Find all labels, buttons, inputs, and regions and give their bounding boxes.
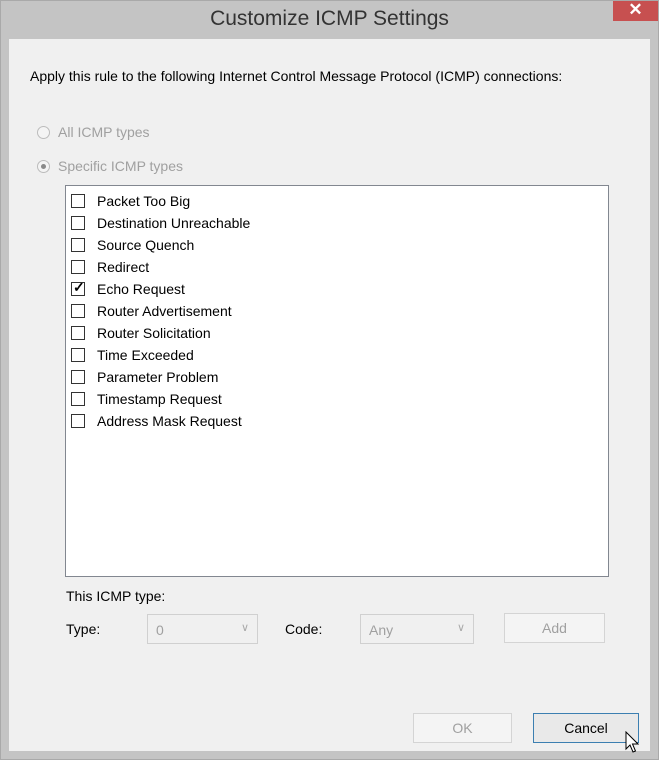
code-dropdown[interactable]: Any ∨ (360, 614, 474, 644)
type-label: Type: (66, 621, 101, 637)
list-item-label: Time Exceeded (97, 347, 194, 363)
list-item-label: Redirect (97, 259, 150, 275)
radio-label: Specific ICMP types (58, 158, 184, 174)
list-item[interactable]: Destination Unreachable (71, 213, 250, 233)
radio-label: All ICMP types (58, 124, 150, 140)
code-label: Code: (285, 621, 323, 637)
radio-button[interactable] (37, 159, 50, 173)
list-item[interactable]: ✓ Echo Request (71, 279, 185, 299)
radio-selected-dot (41, 163, 46, 169)
list-item-label: Router Solicitation (97, 325, 211, 341)
ok-button[interactable]: OK (413, 713, 512, 743)
type-dropdown-value: 0 (156, 622, 164, 638)
checkbox[interactable] (71, 216, 85, 230)
chevron-down-icon: ∨ (456, 622, 465, 634)
radio-button[interactable] (37, 125, 50, 139)
checkbox[interactable] (71, 260, 85, 274)
intro-text: Apply this rule to the following Interne… (30, 68, 563, 84)
list-item-label: Timestamp Request (97, 391, 222, 407)
list-item-label: Router Advertisement (97, 303, 232, 319)
type-dropdown[interactable]: 0 ∨ (147, 614, 258, 644)
code-dropdown-value: Any (369, 622, 394, 638)
radio-specific-icmp-types[interactable]: Specific ICMP types (37, 158, 183, 174)
checkbox[interactable] (71, 326, 85, 340)
list-item[interactable]: Time Exceeded (71, 345, 194, 365)
list-item-label: Destination Unreachable (97, 215, 251, 231)
this-icmp-type-label: This ICMP type: (66, 588, 166, 604)
close-icon: ✕ (628, 0, 643, 19)
checkmark-icon: ✓ (73, 279, 85, 295)
list-item[interactable]: Router Solicitation (71, 323, 211, 343)
radio-all-icmp-types[interactable]: All ICMP types (37, 124, 150, 140)
list-item[interactable]: Parameter Problem (71, 367, 218, 387)
list-item[interactable]: Address Mask Request (71, 411, 242, 431)
list-item-label: Source Quench (97, 237, 195, 253)
list-item-label: Address Mask Request (97, 413, 242, 429)
checkbox[interactable] (71, 194, 85, 208)
checkbox[interactable] (71, 348, 85, 362)
list-item[interactable]: Router Advertisement (71, 301, 232, 321)
checkbox[interactable] (71, 238, 85, 252)
close-button[interactable]: ✕ (613, 0, 658, 21)
add-button[interactable]: Add (504, 613, 605, 643)
list-item-label: Echo Request (97, 281, 185, 297)
title-bar[interactable]: Customize ICMP Settings ✕ (1, 0, 658, 39)
window-title: Customize ICMP Settings (210, 7, 449, 30)
icmp-types-listbox[interactable]: Packet Too Big Destination Unreachable S… (65, 185, 609, 577)
checkbox[interactable] (71, 304, 85, 318)
list-item[interactable]: Packet Too Big (71, 191, 190, 211)
mouse-pointer-icon (625, 731, 639, 753)
list-item[interactable]: Redirect (71, 257, 149, 277)
chevron-down-icon: ∨ (240, 622, 249, 634)
checkbox[interactable] (71, 392, 85, 406)
list-item[interactable]: Source Quench (71, 235, 194, 255)
list-item-label: Parameter Problem (97, 369, 219, 385)
checkbox[interactable] (71, 370, 85, 384)
list-item-label: Packet Too Big (97, 193, 191, 209)
list-item[interactable]: Timestamp Request (71, 389, 222, 409)
checkbox[interactable] (71, 414, 85, 428)
checkbox-checked[interactable]: ✓ (71, 279, 85, 296)
